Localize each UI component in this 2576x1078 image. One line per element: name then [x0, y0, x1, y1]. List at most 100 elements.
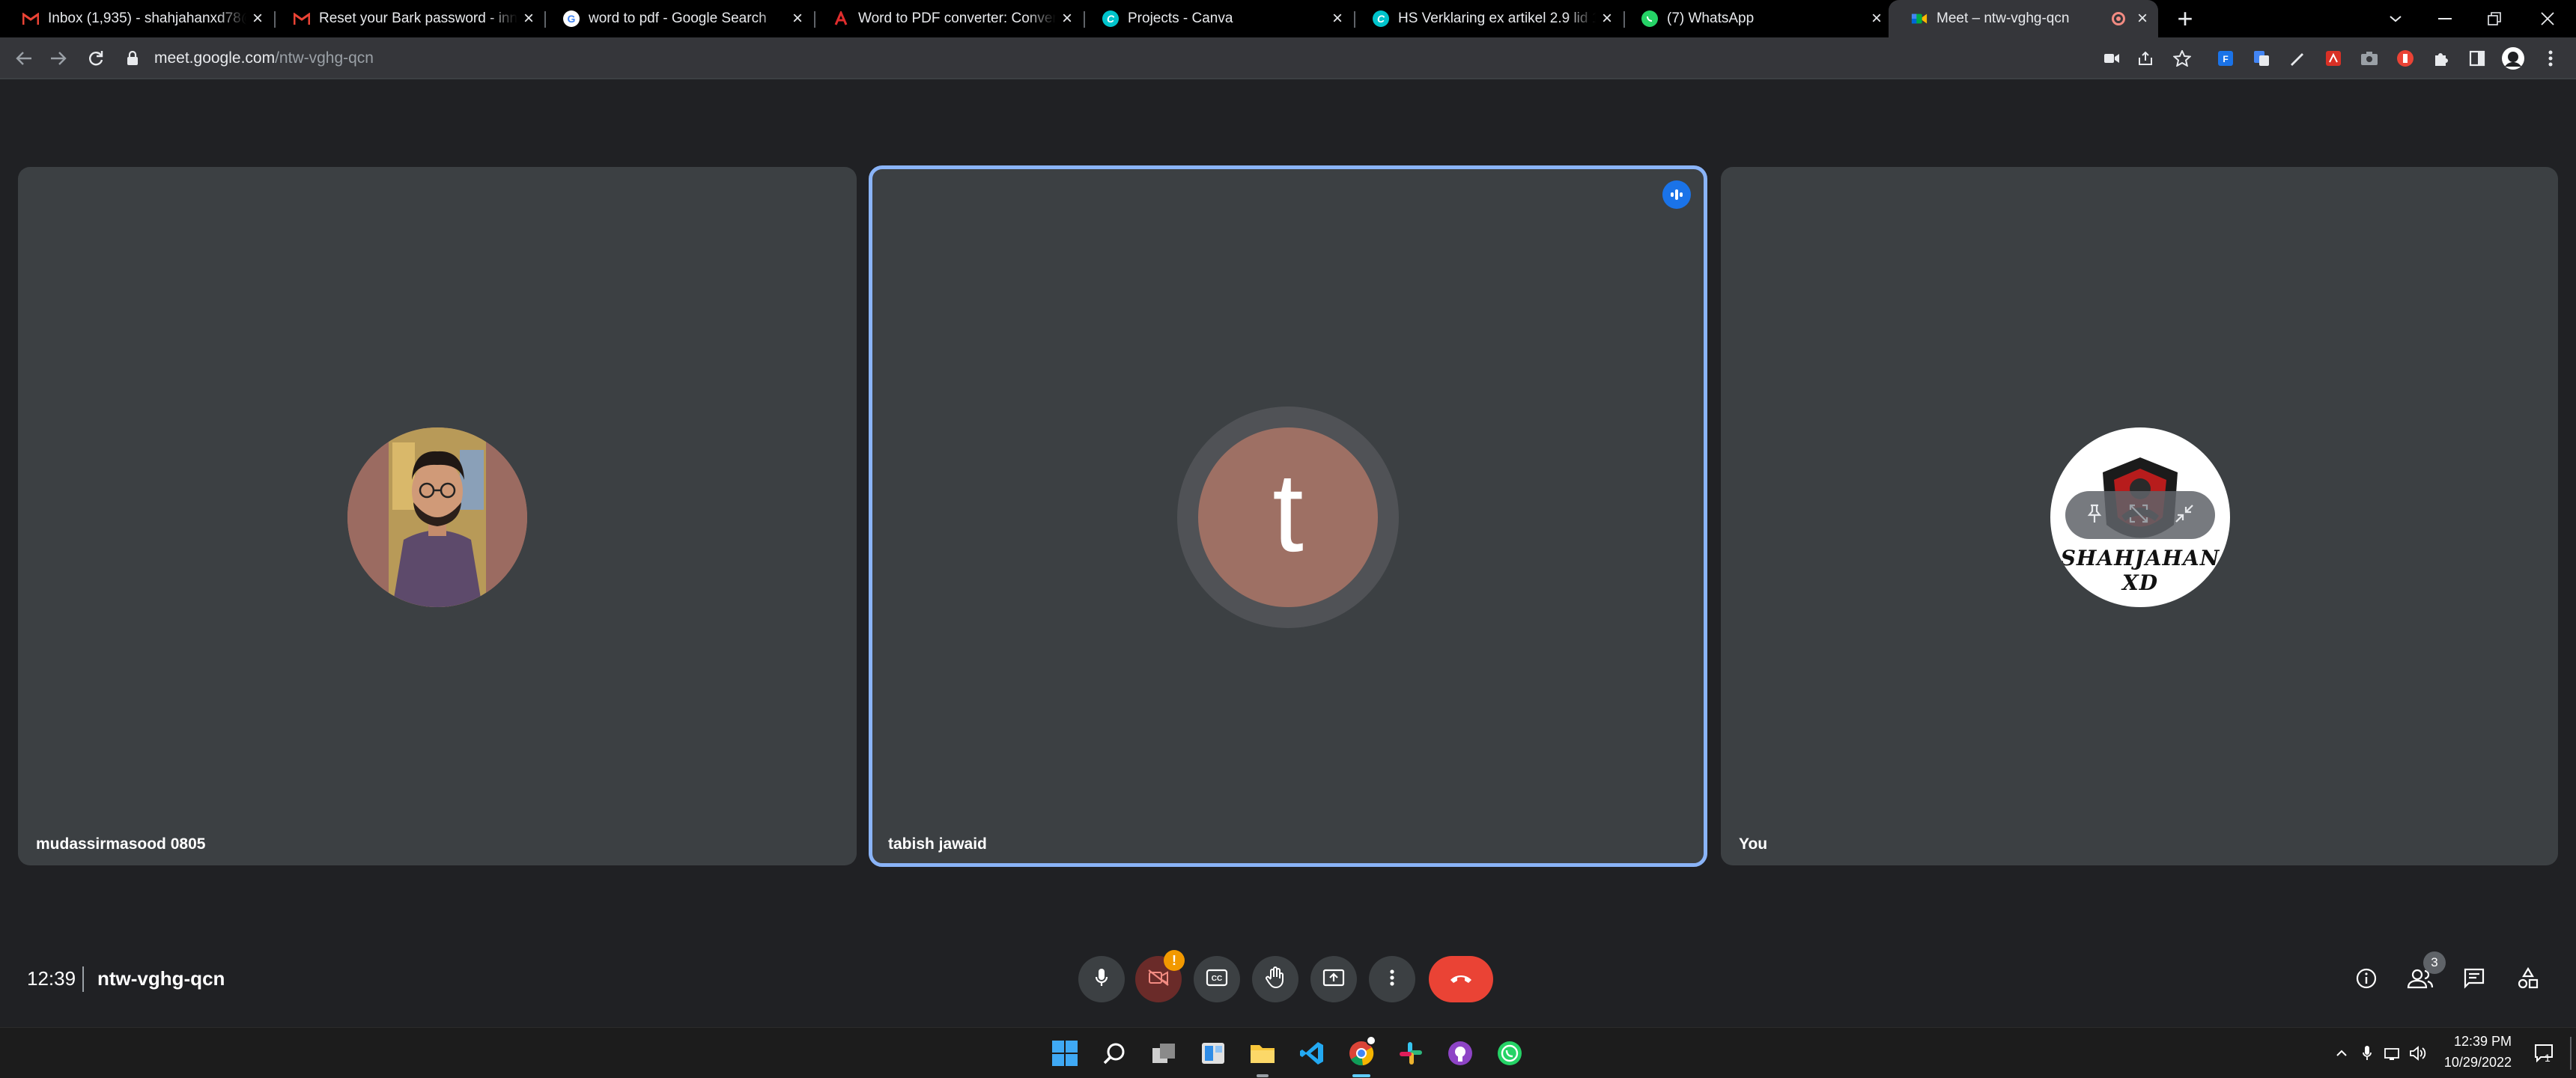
tab-search-button[interactable] [2371, 0, 2420, 37]
back-button[interactable] [9, 43, 39, 73]
restore-window-button[interactable] [2470, 0, 2519, 37]
recording-indicator-icon [2112, 12, 2125, 25]
close-tab-icon[interactable]: × [1596, 7, 1618, 30]
microphone-button[interactable] [1078, 956, 1125, 1002]
browser-tab-strip: Inbox (1,935) - shahjahanxd78@gmail.com … [0, 0, 2576, 37]
show-hidden-icons-chevron[interactable] [2330, 1038, 2353, 1068]
minimize-tile-icon[interactable] [2174, 503, 2195, 528]
leave-call-button[interactable] [1429, 956, 1493, 1002]
taskbar-clock-date[interactable]: 10/29/2022 [2444, 1055, 2512, 1071]
microphone-tray-icon[interactable] [2356, 1038, 2378, 1068]
github-desktop-icon[interactable] [1445, 1038, 1475, 1068]
task-view-icon[interactable] [1149, 1038, 1179, 1068]
tab-title: word to pdf - Google Search [589, 10, 767, 26]
slack-icon[interactable] [1396, 1038, 1426, 1068]
tab-title: Inbox (1,935) - shahjahanxd78@gmail.com [48, 10, 246, 26]
windows-taskbar: 12:39 PM 10/29/2022 1 [0, 1027, 2576, 1078]
more-vert-icon [1390, 969, 1394, 990]
show-desktop-button[interactable] [2570, 1037, 2572, 1070]
pin-icon[interactable] [2086, 503, 2103, 528]
new-tab-button[interactable]: + [2172, 3, 2199, 34]
address-bar[interactable]: meet.google.com/ntw-vghg-qcn [124, 42, 2071, 75]
windows-start-icon[interactable] [1050, 1038, 1080, 1068]
participant-tile[interactable]: mudassirmasood 0805 [18, 167, 857, 865]
network-icon[interactable] [2381, 1038, 2404, 1068]
tab-google-meet[interactable]: Meet – ntw-vghg-qcn × [1889, 0, 2158, 37]
close-tab-icon[interactable]: × [246, 7, 269, 30]
svg-text:CC: CC [1212, 975, 1222, 983]
close-tab-icon[interactable]: × [2131, 7, 2154, 30]
close-window-button[interactable] [2519, 0, 2576, 37]
reload-button[interactable] [81, 43, 111, 73]
tab-title: Reset your Bark password - innovative [319, 10, 517, 26]
pen-extension-icon[interactable] [2285, 46, 2309, 70]
share-icon[interactable] [2134, 46, 2158, 70]
extensions-puzzle-icon[interactable] [2429, 46, 2453, 70]
svg-text:F: F [2223, 54, 2228, 64]
close-tab-icon[interactable]: × [1865, 7, 1888, 30]
meeting-details-button[interactable] [2347, 960, 2386, 999]
close-tab-icon[interactable]: × [1326, 7, 1349, 30]
browser-toolbar: meet.google.com/ntw-vghg-qcn F [0, 37, 2576, 79]
browser-menu-icon[interactable] [2539, 46, 2563, 70]
tab-word-to-pdf[interactable]: Word to PDF converter: Convert to PDF × [810, 0, 1083, 37]
bookmark-star-icon[interactable] [2170, 46, 2194, 70]
profile-avatar[interactable] [2501, 46, 2525, 70]
google-translate-icon[interactable] [2250, 46, 2273, 70]
self-avatar-logo-text: SHAHJAHAN XD [2060, 546, 2220, 595]
minimize-window-button[interactable] [2420, 0, 2470, 37]
chrome-notification-dot [1366, 1035, 1376, 1046]
tab-title: Projects - Canva [1128, 10, 1233, 26]
screenshot-camera-icon[interactable] [2357, 46, 2381, 70]
extension-blue-icon[interactable]: F [2214, 46, 2238, 70]
self-view-tile[interactable]: SHAHJAHAN XD You [1721, 167, 2558, 865]
closed-captions-icon: CC [1206, 969, 1228, 990]
red-extension-icon[interactable] [2393, 46, 2417, 70]
meeting-info-divider [82, 966, 84, 992]
tab-gmail-inbox[interactable]: Inbox (1,935) - shahjahanxd78@gmail.com … [0, 0, 273, 37]
camera-alert-badge: ! [1164, 950, 1185, 971]
frame-disabled-icon[interactable] [2128, 503, 2149, 528]
chat-icon [2463, 967, 2485, 993]
microphone-icon [1094, 967, 1109, 992]
close-tab-icon[interactable]: × [786, 7, 809, 30]
running-indicator [1257, 1074, 1269, 1077]
whatsapp-desktop-icon[interactable] [1495, 1038, 1525, 1068]
vscode-icon[interactable] [1297, 1038, 1327, 1068]
lock-icon[interactable] [124, 50, 141, 67]
people-button[interactable]: 3 [2401, 951, 2446, 999]
forward-button[interactable] [43, 43, 73, 73]
activities-shapes-icon [2517, 966, 2539, 993]
widgets-icon[interactable] [1198, 1038, 1228, 1068]
camera-toggle-button[interactable]: ! [1135, 950, 1185, 1002]
canva-icon: C [1102, 10, 1119, 27]
more-options-button[interactable] [1369, 956, 1415, 1002]
tab-reset-password[interactable]: Reset your Bark password - innovative × [271, 0, 544, 37]
chat-button[interactable] [2455, 960, 2494, 999]
acrobat-extension-icon[interactable] [2321, 46, 2345, 70]
file-explorer-icon[interactable] [1248, 1038, 1278, 1077]
tab-canva-projects[interactable]: C Projects - Canva × [1080, 0, 1353, 37]
present-screen-icon [1322, 969, 1345, 990]
volume-icon[interactable] [2407, 1038, 2429, 1068]
participant-name: mudassirmasood 0805 [36, 835, 206, 853]
tab-google-search[interactable]: G word to pdf - Google Search × [541, 0, 813, 37]
chrome-icon[interactable] [1346, 1035, 1376, 1077]
raise-hand-button[interactable] [1252, 956, 1298, 1002]
taskbar-clock-time[interactable]: 12:39 PM [2454, 1034, 2512, 1050]
tab-whatsapp[interactable]: (7) WhatsApp × [1619, 0, 1892, 37]
notification-center-icon[interactable]: 1 [2530, 1038, 2560, 1068]
tab-hs-verklaring[interactable]: C HS Verklaring ex artikel 2.9 lid 1 Wet… [1350, 0, 1623, 37]
participant-tile-active-speaker[interactable]: t tabish jawaid [869, 165, 1707, 867]
present-screen-button[interactable] [1310, 956, 1357, 1002]
raise-hand-icon [1265, 966, 1286, 993]
camera-off-icon [1147, 969, 1170, 990]
side-panel-icon[interactable] [2465, 46, 2489, 70]
close-tab-icon[interactable]: × [1056, 7, 1078, 30]
camera-in-use-icon[interactable] [2100, 46, 2124, 70]
captions-button[interactable]: CC [1194, 956, 1240, 1002]
activities-button[interactable] [2509, 960, 2548, 999]
search-icon[interactable] [1099, 1038, 1129, 1068]
participant-name: You [1739, 835, 1768, 853]
close-tab-icon[interactable]: × [517, 7, 540, 30]
